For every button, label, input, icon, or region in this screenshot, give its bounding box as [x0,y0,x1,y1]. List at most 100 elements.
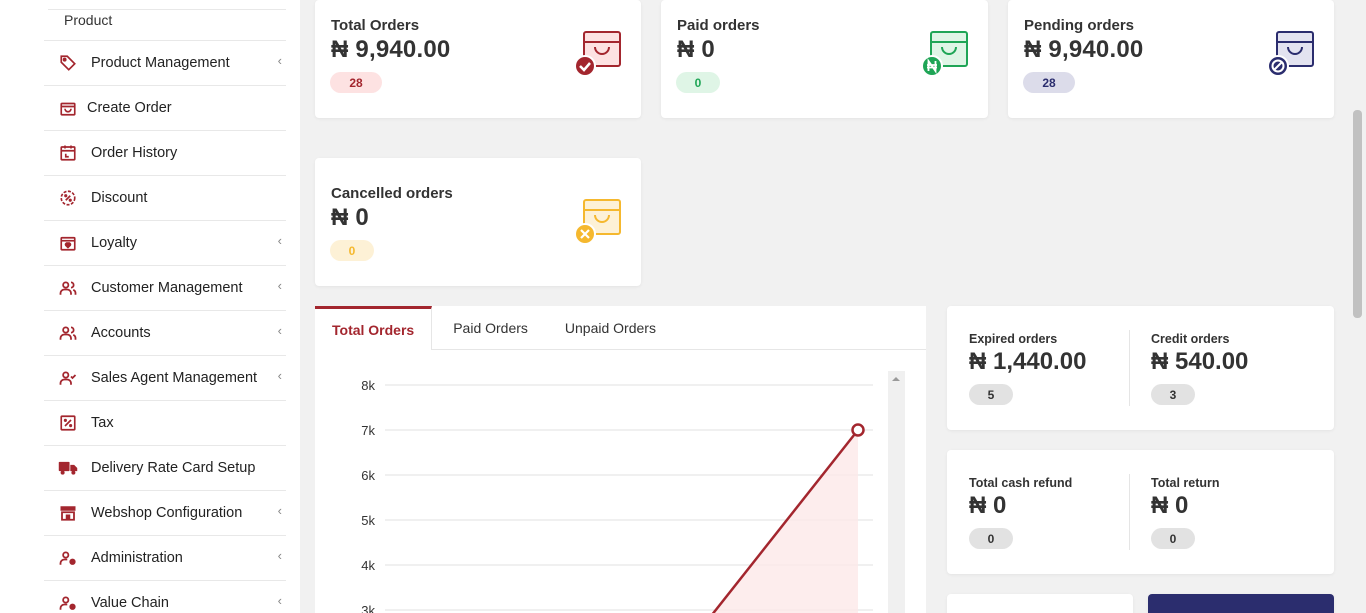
stat-title: Cancelled orders [331,185,453,202]
sidebar: Product Product Management ‹ Create Orde… [0,0,300,613]
percent-square-icon [58,413,78,433]
users-icon [58,323,78,343]
series-area [698,430,858,613]
shopping-bag-icon [58,98,78,118]
sidebar-item-create-order[interactable]: Create Order [44,86,286,131]
y-tick-label: 7k [361,423,375,438]
stat-value: ₦ 9,940.00 [331,36,451,63]
credit-orders-count: 3 [1151,384,1195,405]
credit-orders-value: ₦ 540.00 [1151,348,1249,375]
chart-tabs: Total Orders Paid Orders Unpaid Orders [315,306,926,350]
chevron-left-icon: ‹ [277,233,282,248]
stat-card-total-orders: Total Orders ₦ 9,940.00 28 [315,0,641,118]
sidebar-item-label: Value Chain [91,595,169,611]
expired-orders-value: ₦ 1,440.00 [969,348,1087,375]
stat-value: ₦ 0 [677,36,715,63]
chevron-left-icon: ‹ [277,548,282,563]
stat-value: ₦ 0 [331,204,369,231]
chevron-left-icon: ‹ [277,593,282,608]
tab-total-orders[interactable]: Total Orders [315,306,433,350]
cash-refund-title: Total cash refund [969,476,1073,490]
stat-title: Pending orders [1024,17,1135,34]
truck-icon [58,458,78,478]
sidebar-item-customer-management[interactable]: Customer Management ‹ [44,266,286,311]
total-return-title: Total return [1151,476,1220,490]
shopping-bag-blocked-icon [1266,28,1316,78]
page-scrollbar[interactable] [1349,0,1366,613]
expired-orders-count: 5 [969,384,1013,405]
sidebar-item-delivery-rate-card-setup[interactable]: Delivery Rate Card Setup [44,446,286,491]
shopping-bag-cancel-icon [573,196,623,246]
stat-card-cancelled-orders: Cancelled orders ₦ 0 0 [315,158,641,286]
orders-line-chart: 8k 7k 6k 5k 4k 3k [361,371,905,613]
chart-scrollbar-track[interactable] [888,371,905,613]
sidebar-item-label: Product [64,12,113,28]
sidebar-item-product-management[interactable]: Product Management ‹ [44,41,286,86]
sidebar-item-label: Administration [91,550,183,566]
chevron-left-icon: ‹ [277,368,282,383]
count-badge: 0 [676,72,720,93]
sidebar-item-label: Product Management [91,55,230,71]
sidebar-item-label: Tax [91,415,114,431]
user-gear-icon [58,593,78,613]
discount-badge-icon [58,188,78,208]
sidebar-item-label: Discount [91,190,148,206]
sidebar-item-order-history[interactable]: Order History [44,131,286,176]
store-icon [58,503,78,523]
sidebar-item-product[interactable]: Product [44,0,286,41]
count-badge: 28 [1023,72,1075,93]
expired-orders-title: Expired orders [969,332,1058,346]
y-tick-label: 6k [361,468,375,483]
shopping-bag-naira-icon [920,28,970,78]
stat-value: ₦ 9,940.00 [1024,36,1144,63]
divider [1129,330,1130,406]
chevron-left-icon: ‹ [277,278,282,293]
sidebar-item-label: Webshop Configuration [91,505,243,521]
chevron-left-icon: ‹ [277,503,282,518]
sidebar-item-label: Loyalty [91,235,137,251]
credit-orders-title: Credit orders [1151,332,1230,346]
y-tick-label: 4k [361,558,375,573]
sidebar-item-value-chain[interactable]: Value Chain ‹ [44,581,286,613]
sidebar-item-sales-agent-management[interactable]: Sales Agent Management ‹ [44,356,286,401]
user-check-icon [58,368,78,388]
sidebar-item-label: Accounts [91,325,151,341]
tab-unpaid-orders[interactable]: Unpaid Orders [546,306,673,350]
y-tick-label: 5k [361,513,375,528]
orders-chart-card: Total Orders Paid Orders Unpaid Orders 8… [315,306,926,613]
cash-refund-count: 0 [969,528,1013,549]
mini-stats-card-2: Total cash refund ₦ 0 0 Total return ₦ 0… [947,450,1334,574]
total-return-value: ₦ 0 [1151,492,1189,519]
sidebar-item-webshop-configuration[interactable]: Webshop Configuration ‹ [44,491,286,536]
sidebar-item-administration[interactable]: Administration ‹ [44,536,286,581]
stat-title: Paid orders [677,17,760,34]
chevron-left-icon: ‹ [277,323,282,338]
tab-paid-orders[interactable]: Paid Orders [432,306,546,350]
stat-title: Total Orders [331,17,420,34]
data-point[interactable] [851,423,865,437]
loyalty-bag-icon [58,233,78,253]
stat-card-pending-orders: Pending orders ₦ 9,940.00 28 [1008,0,1334,118]
tag-icon [58,53,78,73]
sidebar-menu: Product Product Management ‹ Create Orde… [44,0,286,613]
cash-refund-value: ₦ 0 [969,492,1007,519]
count-badge: 28 [330,72,382,93]
sidebar-item-tax[interactable]: Tax [44,401,286,446]
calendar-icon [58,143,78,163]
sidebar-item-loyalty[interactable]: Loyalty ‹ [44,221,286,266]
sidebar-item-discount[interactable]: Discount [44,176,286,221]
partial-card-left [947,594,1133,613]
shopping-bag-check-icon [573,28,623,78]
mini-stats-card-1: Expired orders ₦ 1,440.00 5 Credit order… [947,306,1334,430]
stat-card-paid-orders: Paid orders ₦ 0 0 [661,0,988,118]
sidebar-item-accounts[interactable]: Accounts ‹ [44,311,286,356]
y-tick-label: 3k [361,603,375,613]
users-icon [58,278,78,298]
divider [1129,474,1130,550]
user-gear-icon [58,548,78,568]
y-tick-label: 8k [361,378,375,393]
sidebar-item-label: Order History [91,145,178,161]
sidebar-item-label: Create Order [87,100,172,116]
total-return-count: 0 [1151,528,1195,549]
page-scrollbar-thumb[interactable] [1353,110,1362,318]
